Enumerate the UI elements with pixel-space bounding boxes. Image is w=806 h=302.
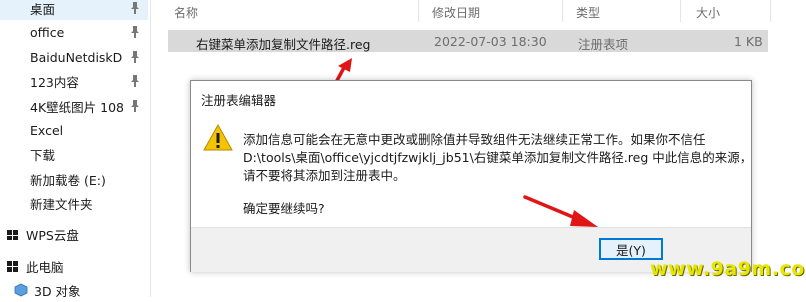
computer-icon — [7, 261, 18, 272]
dialog-title: 注册表编辑器 — [201, 93, 277, 108]
column-header-modified[interactable]: 修改日期 — [432, 4, 480, 21]
nav-item-downloads[interactable]: 下载 — [0, 142, 148, 166]
column-header-type[interactable]: 类型 — [576, 4, 600, 21]
nav-item-baidunetdisk[interactable]: BaiduNetdiskD — [0, 45, 148, 69]
registry-editor-dialog: 注册表编辑器 添加信息可能会在无意中更改或删除值并导致组件无法继续正常工作。如果… — [190, 80, 752, 272]
watermark: www.9a9m.com — [650, 258, 806, 280]
nav-item-label: BaiduNetdiskD — [30, 49, 123, 65]
warning-icon — [203, 123, 233, 151]
nav-item-label: 新建文件夹 — [30, 196, 93, 212]
nav-item-label: 下载 — [30, 147, 56, 163]
nav-item-office[interactable]: office — [0, 20, 148, 44]
nav-item-4k-wallpaper[interactable]: 4K壁纸图片 108 — [0, 94, 148, 118]
column-divider[interactable] — [562, 0, 563, 22]
nav-item-label: office — [30, 24, 65, 40]
nav-item-label: 4K壁纸图片 108 — [30, 99, 124, 115]
file-modified: 2022-07-03 18:30 — [434, 34, 547, 49]
column-divider[interactable] — [418, 0, 419, 22]
column-divider[interactable] — [680, 0, 681, 22]
column-header-name[interactable]: 名称 — [174, 4, 198, 21]
cloud-icon — [7, 230, 18, 240]
pin-icon — [131, 75, 139, 87]
file-size: 1 KB — [734, 34, 763, 49]
dialog-message-line: 请不要将其添加到注册表中。 — [243, 168, 406, 183]
annotation-arrow — [523, 195, 598, 227]
dialog-question: 确定要继续吗? — [243, 201, 325, 216]
dialog-message-line: D:\tools\桌面\office\yjcdtjfzwjklj_jb51\右键… — [243, 150, 753, 165]
nav-item-label: Excel — [30, 122, 64, 138]
nav-item-this-pc[interactable]: 此电脑 — [0, 254, 148, 278]
file-row[interactable]: 右键菜单添加复制文件路径.reg 2022-07-03 18:30 注册表项 1… — [168, 30, 768, 52]
pin-icon — [131, 51, 139, 63]
nav-item-new-folder[interactable]: 新建文件夹 — [0, 191, 148, 215]
nav-item-3d-objects[interactable]: 3D 对象 — [0, 278, 148, 302]
nav-item-label: 123内容 — [30, 74, 79, 90]
pin-icon — [131, 26, 139, 38]
nav-item-label: 桌面 — [30, 1, 56, 17]
dialog-body: 添加信息可能会在无意中更改或删除值并导致组件无法继续正常工作。如果你不信任 D:… — [191, 111, 753, 225]
pin-icon — [131, 2, 139, 14]
dialog-message-line: 添加信息可能会在无意中更改或删除值并导致组件无法继续正常工作。如果你不信任 — [243, 132, 706, 147]
nav-item-label: 此电脑 — [26, 259, 64, 275]
navigation-pane: 桌面 office BaiduNetdiskD 123内容 4K壁纸图片 108… — [0, 0, 151, 299]
pin-icon — [131, 100, 139, 112]
column-divider[interactable] — [770, 0, 771, 22]
nav-item-desktop[interactable]: 桌面 — [0, 0, 148, 20]
nav-item-excel[interactable]: Excel — [0, 118, 148, 142]
nav-item-label: 新加载卷 (E:) — [30, 172, 106, 188]
file-name: 右键菜单添加复制文件路径.reg — [196, 37, 371, 52]
file-type: 注册表项 — [578, 37, 629, 52]
nav-item-drive-e[interactable]: 新加载卷 (E:) — [0, 167, 148, 191]
column-header-row: 名称 修改日期 类型 大小 — [150, 0, 806, 22]
yes-button[interactable]: 是(Y) — [599, 238, 663, 260]
nav-item-123[interactable]: 123内容 — [0, 69, 148, 93]
3d-objects-icon — [14, 283, 28, 297]
nav-item-label: WPS云盘 — [26, 227, 79, 243]
nav-item-wps-cloud[interactable]: WPS云盘 — [0, 222, 148, 246]
column-header-size[interactable]: 大小 — [696, 4, 720, 21]
